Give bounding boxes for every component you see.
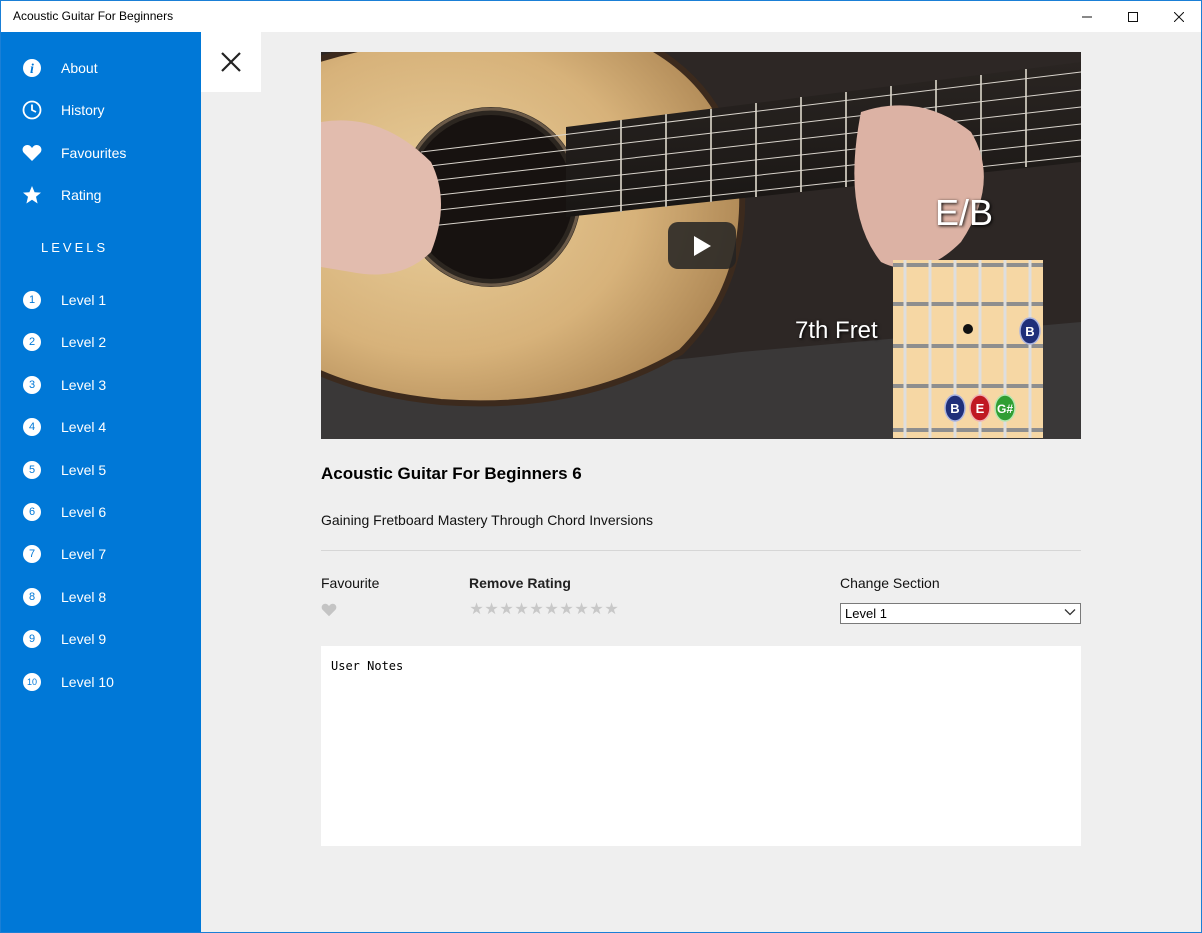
sidebar-item-level-2[interactable]: 2 Level 2 [1,322,201,362]
sidebar-item-history[interactable]: History [1,90,201,130]
star-icon[interactable]: ★ [469,602,484,618]
star-icon[interactable]: ★ [589,602,604,618]
number-9-icon: 9 [21,628,43,650]
sidebar-item-label: Rating [61,187,102,203]
close-window-button[interactable] [1156,1,1201,32]
section-dropdown[interactable]: Level 1 [840,603,1081,624]
svg-text:i: i [30,62,34,77]
sidebar-item-label: About [61,60,98,76]
number-6-icon: 6 [21,501,43,523]
sidebar-item-label: Favourites [61,145,127,161]
remove-rating-button[interactable]: Remove Rating [469,575,571,591]
star-icon[interactable]: ★ [529,602,544,618]
sidebar-item-favourites[interactable]: Favourites [1,133,201,173]
user-notes-placeholder: User Notes [331,659,404,673]
rating-stars[interactable]: ★ ★ ★ ★ ★ ★ ★ ★ ★ ★ [469,602,619,618]
section-dropdown-value: Level 1 [845,606,887,621]
sidebar-item-label: History [61,102,105,118]
sidebar-item-level-4[interactable]: 4 Level 4 [1,407,201,447]
close-icon [221,52,241,72]
user-notes-textarea[interactable]: User Notes [321,646,1081,846]
number-5-icon: 5 [21,459,43,481]
lesson-subtitle: Gaining Fretboard Mastery Through Chord … [321,512,654,528]
sidebar-item-label: Level 5 [61,462,107,478]
number-4-icon: 4 [21,416,43,438]
chevron-down-icon [1064,606,1076,621]
window-title: Acoustic Guitar For Beginners [13,9,174,23]
svg-text:B: B [950,401,959,416]
svg-text:G#: G# [997,402,1013,416]
maximize-button[interactable] [1110,1,1156,32]
sidebar-item-label: Level 10 [61,674,114,690]
star-icon[interactable]: ★ [484,602,499,618]
video-player[interactable]: E/B 7th Fret B B E G# [321,52,1081,439]
favourite-label: Favourite [321,575,380,591]
svg-text:E: E [976,401,985,416]
svg-text:B: B [1025,324,1034,339]
sidebar-item-level-5[interactable]: 5 Level 5 [1,450,201,490]
sidebar-item-level-6[interactable]: 6 Level 6 [1,492,201,532]
star-icon [21,184,43,206]
sidebar-item-label: Level 1 [61,292,107,308]
play-icon [694,235,711,256]
number-3-icon: 3 [21,374,43,396]
heart-icon [321,603,337,617]
sidebar-item-label: Level 8 [61,589,107,605]
sidebar-item-level-7[interactable]: 7 Level 7 [1,534,201,574]
number-8-icon: 8 [21,586,43,608]
maximize-icon [1128,11,1138,22]
sidebar-item-label: Level 2 [61,334,107,350]
note-e-icon: E [969,394,991,422]
lesson-title: Acoustic Guitar For Beginners 6 [321,464,582,483]
levels-heading: LEVELS [41,240,109,255]
app-window: Acoustic Guitar For Beginners i About Hi… [0,0,1202,933]
divider [321,550,1081,551]
star-icon[interactable]: ★ [544,602,559,618]
sidebar-item-label: Level 9 [61,631,107,647]
close-pane-button[interactable] [201,32,261,92]
chord-diagram: B B E G# [893,260,1043,438]
star-icon[interactable]: ★ [514,602,529,618]
sidebar-item-label: Level 4 [61,419,107,435]
sidebar-item-rating[interactable]: Rating [1,175,201,215]
sidebar-item-level-9[interactable]: 9 Level 9 [1,619,201,659]
number-2-icon: 2 [21,331,43,353]
minimize-button[interactable] [1064,1,1110,32]
title-bar: Acoustic Guitar For Beginners [1,1,1201,32]
number-7-icon: 7 [21,543,43,565]
sidebar-item-label: Level 3 [61,377,107,393]
star-icon[interactable]: ★ [574,602,589,618]
sidebar-item-label: Level 6 [61,504,107,520]
sidebar: i About History Favourites Rating LEVELS… [1,32,201,932]
note-b-high-icon: B [1019,317,1041,345]
info-icon: i [21,57,43,79]
note-g-sharp-icon: G# [994,394,1016,422]
star-icon[interactable]: ★ [559,602,574,618]
sidebar-item-about[interactable]: i About [1,48,201,88]
minimize-icon [1082,16,1092,17]
star-icon[interactable]: ★ [499,602,514,618]
number-10-icon: 10 [21,671,43,693]
star-icon[interactable]: ★ [604,602,619,618]
sidebar-item-label: Level 7 [61,546,107,562]
favourite-toggle[interactable] [321,603,337,617]
chord-name-overlay: E/B [935,192,994,233]
change-section-label: Change Section [840,575,940,591]
fret-label-overlay: 7th Fret [795,317,878,344]
sidebar-item-level-10[interactable]: 10 Level 10 [1,662,201,702]
clock-icon [21,99,43,121]
sidebar-item-level-1[interactable]: 1 Level 1 [1,280,201,320]
sidebar-item-level-3[interactable]: 3 Level 3 [1,365,201,405]
heart-icon [21,142,43,164]
sidebar-item-level-8[interactable]: 8 Level 8 [1,577,201,617]
note-b-icon: B [944,394,966,422]
number-1-icon: 1 [21,289,43,311]
play-button[interactable] [668,222,736,269]
close-icon [1174,11,1184,22]
